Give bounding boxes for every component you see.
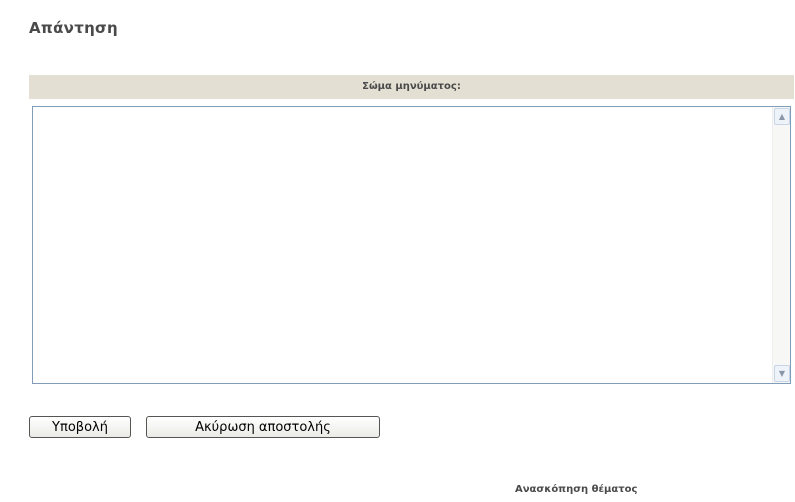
page-title: Απάντηση — [29, 19, 119, 37]
message-body-label: Σώμα μηνύματος: — [29, 75, 794, 99]
textarea-scrollbar[interactable]: ▲ ▼ — [772, 107, 790, 383]
reply-page: Απάντηση Σώμα μηνύματος: ▲ ▼ Υποβολή Ακύ… — [0, 0, 795, 502]
message-form: Σώμα μηνύματος: ▲ ▼ — [29, 75, 794, 390]
cancel-post-button[interactable]: Ακύρωση αποστολής — [146, 416, 380, 438]
message-body-input[interactable] — [33, 107, 771, 383]
scroll-up-icon[interactable]: ▲ — [774, 108, 790, 125]
scroll-down-icon[interactable]: ▼ — [774, 365, 790, 382]
topic-review-heading: Ανασκόπηση θέματος — [515, 484, 638, 495]
submit-button[interactable]: Υποβολή — [29, 416, 131, 438]
message-textarea-wrapper: ▲ ▼ — [32, 106, 791, 384]
